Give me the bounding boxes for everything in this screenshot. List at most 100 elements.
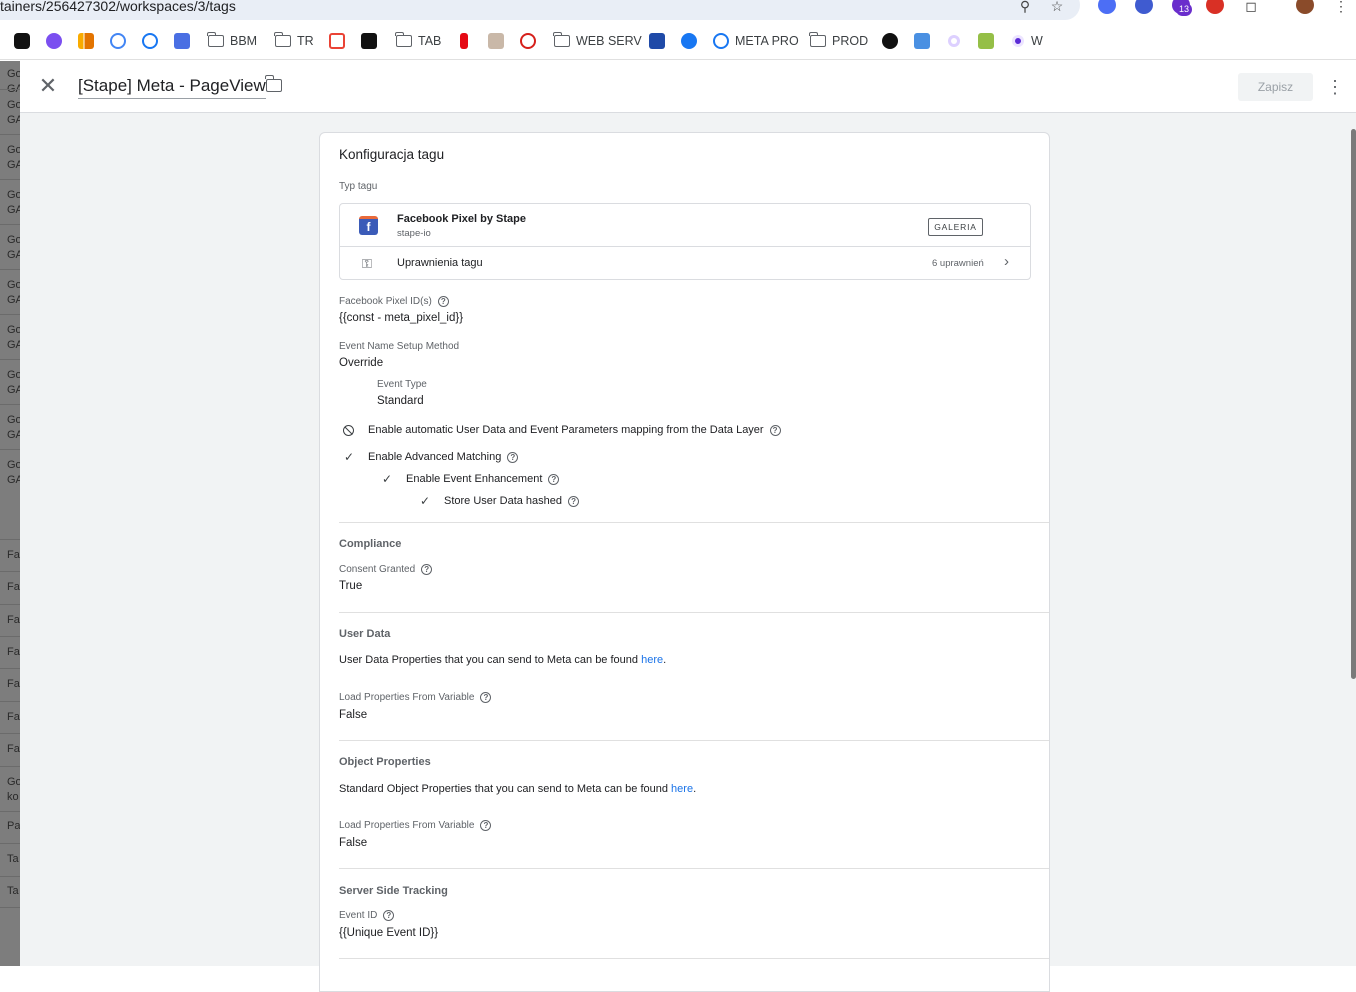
profile-avatar[interactable] (1296, 0, 1314, 14)
meta-icon (713, 33, 729, 49)
event-id-label: Event ID? (339, 910, 395, 921)
bookmark-folder-bbm[interactable]: BBM (207, 31, 258, 51)
bookmark-folder-tab[interactable]: TAB (395, 31, 442, 51)
browser-menu-icon[interactable]: ⋮ (1332, 0, 1350, 15)
help-icon[interactable]: ? (548, 473, 560, 485)
permissions-count: 6 uprawnień (932, 258, 984, 269)
event-enhancement-label: Enable Event Enhancement (406, 473, 543, 485)
bookmark-item[interactable] (456, 31, 474, 51)
bg-row: Ta (7, 853, 19, 865)
bookmark-site-icon (914, 33, 930, 49)
scrollbar-thumb[interactable] (1351, 129, 1356, 679)
extensions-puzzle-icon[interactable]: ◻ (1242, 0, 1260, 15)
e-site-icon (520, 33, 536, 49)
user-data-title: User Data (339, 628, 391, 640)
event-id-label-text: Event ID (339, 910, 378, 921)
bookmark-folder-prod[interactable]: PROD (809, 31, 868, 51)
event-enhancement-row: ✓ Enable Event Enhancement ? (381, 472, 560, 486)
bookmarks-bar: BBM TR TAB WEB SERV META PRO PROD W (0, 22, 1356, 60)
bookmark-meta-pro[interactable]: META PRO (713, 31, 799, 51)
help-icon[interactable]: ? (480, 692, 492, 703)
bookmark-item[interactable] (488, 31, 510, 51)
bookmark-label: TAB (418, 34, 442, 48)
help-icon[interactable]: ? (769, 424, 781, 436)
folder-icon[interactable] (265, 75, 282, 92)
bookmark-item[interactable] (14, 31, 36, 51)
advanced-matching-row: ✓ Enable Advanced Matching ? (343, 450, 519, 464)
folder-icon (553, 32, 570, 47)
bookmark-item[interactable] (174, 31, 196, 51)
divider (339, 958, 1049, 959)
bookmark-item[interactable] (914, 31, 936, 51)
bookmark-label: TR (297, 34, 314, 48)
user-data-load-value: False (339, 709, 368, 721)
user-data-load-label: Load Properties From Variable? (339, 692, 492, 703)
tag-type-row[interactable]: f Facebook Pixel by Stape stape-io GALER… (340, 204, 1030, 247)
tag-configuration-card[interactable]: Konfiguracja tagu Typ tagu f Facebook Pi… (319, 132, 1050, 992)
bookmark-item[interactable] (520, 31, 542, 51)
bookmark-folder-web-serv[interactable]: WEB SERV (553, 31, 642, 51)
bookmark-item[interactable] (681, 31, 703, 51)
extension-icon[interactable] (1135, 0, 1153, 14)
user-data-desc-text: User Data Properties that you can send t… (339, 654, 642, 666)
event-type-label: Event Type (377, 379, 427, 390)
help-icon[interactable]: ? (437, 296, 449, 307)
divider (339, 868, 1049, 869)
extension-icon[interactable] (1098, 0, 1116, 14)
bookmark-item[interactable] (329, 31, 351, 51)
object-properties-link[interactable]: here (671, 783, 693, 795)
folder-icon (395, 32, 412, 47)
zoom-icon[interactable]: ⚲ (1016, 0, 1034, 15)
bg-row: Pa (7, 820, 20, 832)
url-text[interactable]: tainers/256427302/workspaces/3/tags (0, 0, 236, 14)
netflix-icon (460, 33, 468, 49)
event-type-value: Standard (377, 395, 424, 407)
bookmark-w[interactable]: W (1010, 31, 1043, 51)
github-icon (882, 33, 898, 49)
bookmark-item[interactable] (46, 31, 68, 51)
divider (339, 522, 1049, 523)
card-title: Konfiguracja tagu (339, 147, 445, 162)
analytics-icon (78, 33, 94, 49)
bookmark-item[interactable] (78, 31, 100, 51)
bookmark-item[interactable] (978, 31, 1000, 51)
bookmark-item[interactable] (142, 31, 164, 51)
bookmark-item[interactable] (882, 31, 904, 51)
gallery-badge[interactable]: GALERIA (928, 218, 983, 236)
check-icon: ✓ (343, 450, 355, 464)
help-icon[interactable]: ? (568, 495, 580, 507)
folder-icon (274, 32, 291, 47)
help-icon[interactable]: ? (507, 451, 519, 463)
extension-icon[interactable] (1206, 0, 1224, 14)
help-icon[interactable]: ? (421, 564, 433, 575)
advanced-matching-label: Enable Advanced Matching (368, 451, 502, 463)
tag-name-input[interactable]: [Stape] Meta - PageView (78, 76, 266, 99)
close-icon[interactable]: ✕ (38, 75, 58, 97)
help-icon[interactable]: ? (480, 820, 492, 831)
save-button[interactable]: Zapisz (1238, 73, 1313, 101)
pixel-id-label: Facebook Pixel ID(s)? (339, 296, 449, 307)
bookmark-label: BBM (230, 34, 258, 48)
bookmark-folder-tr[interactable]: TR (274, 31, 314, 51)
tag-editor-panel: ✕ [Stape] Meta - PageView Zapisz ⋮ Konfi… (20, 61, 1356, 992)
pixel-id-label-text: Facebook Pixel ID(s) (339, 296, 432, 307)
bookmark-item[interactable] (361, 31, 383, 51)
tag-permissions-row[interactable]: ⚿ Uprawnienia tagu 6 uprawnień › (340, 247, 1030, 280)
dot-site-icon (1015, 38, 1021, 44)
bookmark-label: W (1031, 34, 1043, 48)
object-properties-title: Object Properties (339, 756, 431, 768)
more-options-icon[interactable]: ⋮ (1326, 75, 1344, 99)
bookmark-item[interactable] (110, 31, 132, 51)
user-data-link[interactable]: here (641, 654, 663, 666)
bg-row: Go GA (7, 369, 20, 396)
object-properties-load-label: Load Properties From Variable? (339, 820, 492, 831)
store-hashed-row: ✓ Store User Data hashed ? (419, 494, 580, 508)
help-icon[interactable]: ? (383, 910, 395, 921)
bookmark-item[interactable] (649, 31, 671, 51)
bookmark-star-icon[interactable]: ☆ (1048, 0, 1066, 15)
bookmark-label: WEB SERV (576, 34, 642, 48)
bg-row: Fa (7, 678, 20, 690)
divider (339, 612, 1049, 613)
object-properties-load-label-text: Load Properties From Variable (339, 820, 475, 831)
bookmark-item[interactable] (946, 31, 962, 51)
